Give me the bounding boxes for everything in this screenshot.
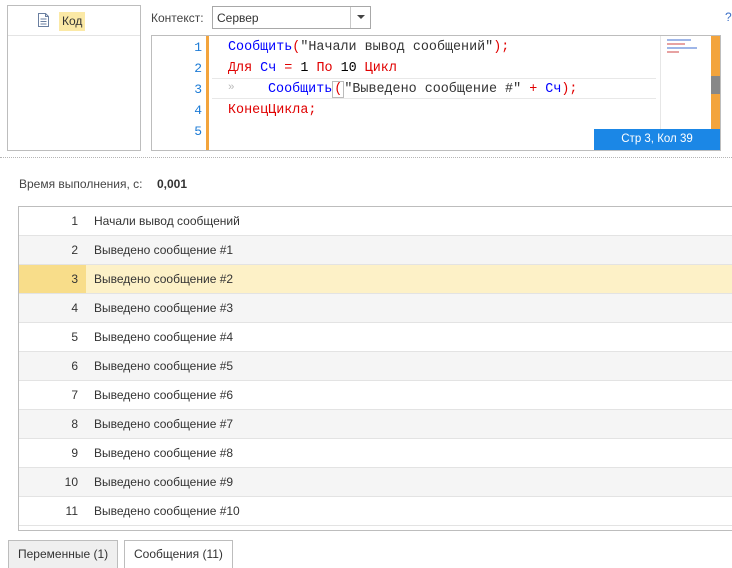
line-number: 1 [194,40,202,55]
row-number: 1 [71,214,78,228]
row-number: 2 [71,243,78,257]
tree-item-code[interactable]: Код [8,6,140,36]
messages-table[interactable]: 1 Начали вывод сообщений 2 Выведено сообще… [18,206,732,531]
tab-marker: » [228,82,235,94]
code-token: КонецЦикла; [228,103,317,118]
row-message: Выведено сообщение #4 [94,330,234,344]
table-row[interactable]: 7 Выведено сообщение #6 [19,381,732,410]
row-message: Выведено сообщение #5 [94,359,234,373]
editor-scrollbar-thumb[interactable] [711,76,720,94]
row-message: Выведено сообщение #8 [94,446,234,460]
table-row[interactable]: 5 Выведено сообщение #4 [19,323,732,352]
code-token: Цикл [364,61,397,76]
tab-variables[interactable]: Переменные (1) [8,540,119,568]
context-dropdown-button[interactable] [350,7,370,28]
context-label: Контекст: [151,11,204,25]
table-row[interactable]: 1 Начали вывод сообщений [19,207,732,236]
code-token: 10 [340,61,357,76]
table-row[interactable]: 8 Выведено сообщение #7 [19,410,732,439]
code-line-4: КонецЦикла; [228,100,316,121]
change-marker-bar [206,36,209,150]
code-token: ); [493,40,510,55]
table-row[interactable]: 9 Выведено сообщение #8 [19,439,732,468]
minimap-line [667,39,691,41]
table-row[interactable]: 11 Выведено сообщение #10 [19,497,732,526]
tree-item-label: Код [59,12,86,31]
row-message: Выведено сообщение #9 [94,475,234,489]
minimap-line [667,47,697,49]
table-row-selected[interactable]: 3 Выведено сообщение #2 [19,265,732,294]
code-token: По [316,61,333,76]
row-message: Выведено сообщение #1 [94,243,234,257]
row-message: Начали вывод сообщений [94,214,240,228]
row-message: Выведено сообщение #2 [94,272,234,286]
code-tree-panel: Код [7,5,141,151]
row-number: 5 [71,330,78,344]
code-editor[interactable]: 1 2 3 4 5 Сообщить("Начали вывод сообщен… [151,35,721,151]
line-number: 2 [194,61,202,76]
row-number: 9 [71,446,78,460]
execution-time-label: Время выполнения, с: [19,177,143,191]
row-message: Выведено сообщение #3 [94,301,234,315]
row-number: 4 [71,301,78,315]
table-row[interactable]: 4 Выведено сообщение #3 [19,294,732,323]
row-number: 6 [71,359,78,373]
table-row[interactable]: 6 Выведено сообщение #5 [19,352,732,381]
chevron-down-icon [357,15,365,19]
table-row[interactable]: 2 Выведено сообщение #1 [19,236,732,265]
code-token: ( [332,81,345,98]
code-token: Сообщить [228,40,293,55]
row-number: 3 [19,265,86,293]
line-number: 5 [194,124,202,139]
code-token: Сообщить [268,82,333,97]
row-number: 10 [64,475,78,489]
code-token: "Начали вывод сообщений" [300,40,494,55]
code-token: "Выведено сообщение #" [344,82,522,97]
tab-messages[interactable]: Сообщения (11) [124,540,233,568]
code-token: Сч [260,61,277,76]
table-row[interactable]: 10 Выведено сообщение #9 [19,468,732,497]
row-message: Выведено сообщение #6 [94,388,234,402]
row-number: 7 [71,388,78,402]
line-number: 3 [194,82,202,97]
code-token: Сч [545,82,562,97]
cursor-position-status: Стр 3, Кол 39 [594,129,720,150]
code-line-2: Для Сч = 1 По 10 Цикл [228,58,397,79]
row-number: 8 [71,417,78,431]
code-token: + [529,82,538,97]
code-token: ); [561,82,578,97]
help-icon[interactable]: ? [725,10,732,24]
code-line-3: Сообщить("Выведено сообщение #" + Сч); [268,79,577,100]
code-token: = [284,61,293,76]
context-select[interactable]: Сервер [212,6,371,29]
line-number: 4 [194,103,202,118]
row-number: 11 [65,504,78,518]
row-message: Выведено сообщение #10 [94,504,240,518]
document-icon [38,13,49,27]
execution-time-value: 0,001 [157,177,188,191]
minimap-line [667,51,679,53]
panel-splitter[interactable] [0,157,732,158]
row-message: Выведено сообщение #7 [94,417,234,431]
code-line-1: Сообщить("Начали вывод сообщений"); [228,37,509,58]
context-value: Сервер [217,11,259,25]
minimap-line [667,43,685,45]
code-token: Для [228,61,253,76]
code-token: 1 [300,61,309,76]
